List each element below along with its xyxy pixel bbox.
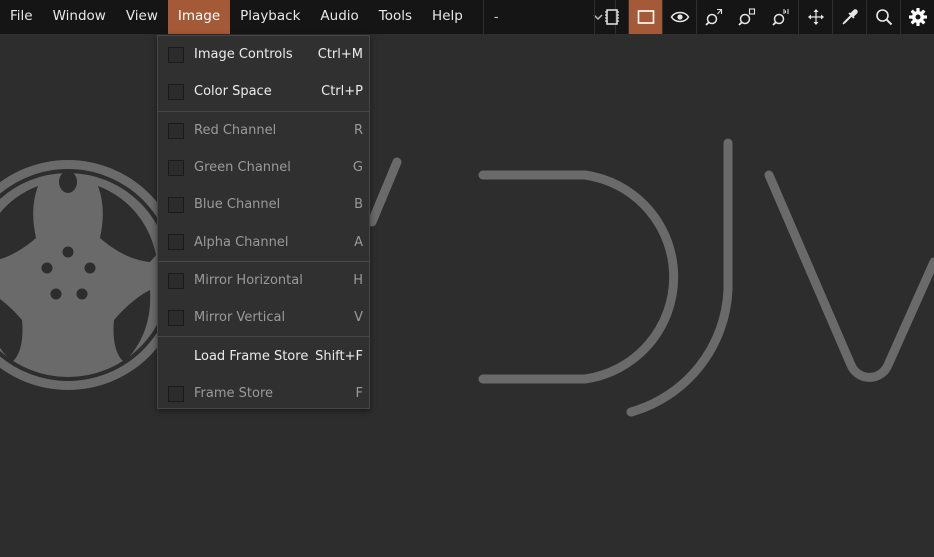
menu-item-shortcut: Ctrl+M — [317, 47, 363, 63]
menu-item-green-channel[interactable]: Green Channel G — [158, 149, 369, 186]
menu-item-mirror-horizontal[interactable]: Mirror Horizontal H — [158, 262, 369, 299]
checkbox[interactable] — [168, 272, 184, 289]
menu-item-shortcut: Ctrl+P — [321, 84, 363, 100]
toolbar — [594, 0, 934, 34]
eyedropper-icon — [841, 9, 858, 25]
menu-help[interactable]: Help — [422, 0, 473, 34]
zoom-fit-icon — [704, 8, 722, 26]
memory-button[interactable] — [594, 0, 628, 34]
menu-item-mirror-vertical[interactable]: Mirror Vertical V — [158, 299, 369, 336]
menu-item-image-controls[interactable]: Image Controls Ctrl+M — [158, 36, 369, 73]
checkbox[interactable] — [168, 122, 184, 139]
menu-audio[interactable]: Audio — [310, 0, 368, 34]
checkbox[interactable] — [168, 310, 184, 327]
memory-chip-icon — [604, 9, 619, 25]
menu-item-shortcut: A — [354, 234, 363, 250]
zoom-in-button[interactable] — [730, 0, 764, 34]
checkbox[interactable] — [168, 234, 184, 251]
menu-item-label: Blue Channel — [194, 197, 281, 213]
checkbox[interactable] — [168, 47, 184, 63]
viewport-logo — [0, 138, 934, 417]
zoom-in-icon — [738, 8, 756, 26]
gear-icon — [908, 8, 927, 26]
film-reel-icon — [0, 160, 183, 390]
current-file-value: - — [493, 9, 499, 25]
checkbox[interactable] — [168, 159, 184, 176]
frame-view-button[interactable] — [628, 0, 662, 34]
menu-item-label: Color Space — [194, 84, 272, 100]
menu-window[interactable]: Window — [43, 0, 116, 34]
zoom-reset-icon — [772, 9, 789, 26]
menu-item-label: Mirror Vertical — [194, 310, 286, 326]
search-button[interactable] — [866, 0, 900, 34]
checkbox[interactable] — [168, 385, 184, 402]
menu-item-frame-store[interactable]: Frame Store F — [158, 375, 369, 412]
menu-item-alpha-channel[interactable]: Alpha Channel A — [158, 223, 369, 260]
menu-item-red-channel[interactable]: Red Channel R — [158, 112, 369, 149]
menu-item-label: Red Channel — [194, 122, 277, 138]
image-menu-dropdown: Image Controls Ctrl+M Color Space Ctrl+P… — [157, 35, 370, 409]
menu-file[interactable]: File — [0, 0, 43, 34]
menu-item-label: Frame Store — [194, 385, 273, 401]
color-picker-button[interactable] — [832, 0, 866, 34]
frame-view-icon — [637, 10, 654, 24]
settings-button[interactable] — [900, 0, 934, 34]
menu-item-shortcut: Shift+F — [315, 348, 363, 364]
menu-item-color-space[interactable]: Color Space Ctrl+P — [158, 73, 369, 110]
menu-item-shortcut: G — [352, 160, 363, 176]
menu-item-shortcut: H — [353, 272, 363, 288]
menu-item-label: Load Frame Store — [194, 348, 309, 364]
menu-item-load-frame-store[interactable]: Load Frame Store Shift+F — [158, 337, 369, 374]
menu-item-label: Mirror Horizontal — [194, 272, 303, 288]
checkbox[interactable] — [168, 197, 184, 214]
search-icon — [875, 9, 892, 26]
djv-lettering — [367, 138, 934, 417]
zoom-fit-button[interactable] — [696, 0, 730, 34]
menu-item-shortcut: B — [354, 197, 363, 213]
menu-playback[interactable]: Playback — [230, 0, 310, 34]
menu-item-label: Image Controls — [194, 47, 293, 63]
djv-app-window: File Window View Image Playback Audio To… — [0, 0, 934, 557]
menu-item-shortcut: R — [353, 122, 363, 138]
menu-bar: File Window View Image Playback Audio To… — [0, 0, 934, 34]
menu-view[interactable]: View — [116, 0, 168, 34]
zoom-reset-button[interactable] — [764, 0, 798, 34]
eye-icon — [670, 11, 689, 23]
move-button[interactable] — [798, 0, 832, 34]
checkbox[interactable] — [168, 84, 184, 101]
menu-item-label: Alpha Channel — [194, 234, 289, 250]
menu-item-shortcut: F — [355, 385, 363, 401]
menu-item-shortcut: V — [354, 310, 363, 326]
menu-item-blue-channel[interactable]: Blue Channel B — [158, 186, 369, 223]
view-button[interactable] — [662, 0, 696, 34]
move-icon — [807, 9, 824, 25]
menu-image[interactable]: Image — [167, 0, 231, 34]
menu-item-label: Green Channel — [194, 160, 291, 176]
menu-tools[interactable]: Tools — [369, 0, 422, 34]
